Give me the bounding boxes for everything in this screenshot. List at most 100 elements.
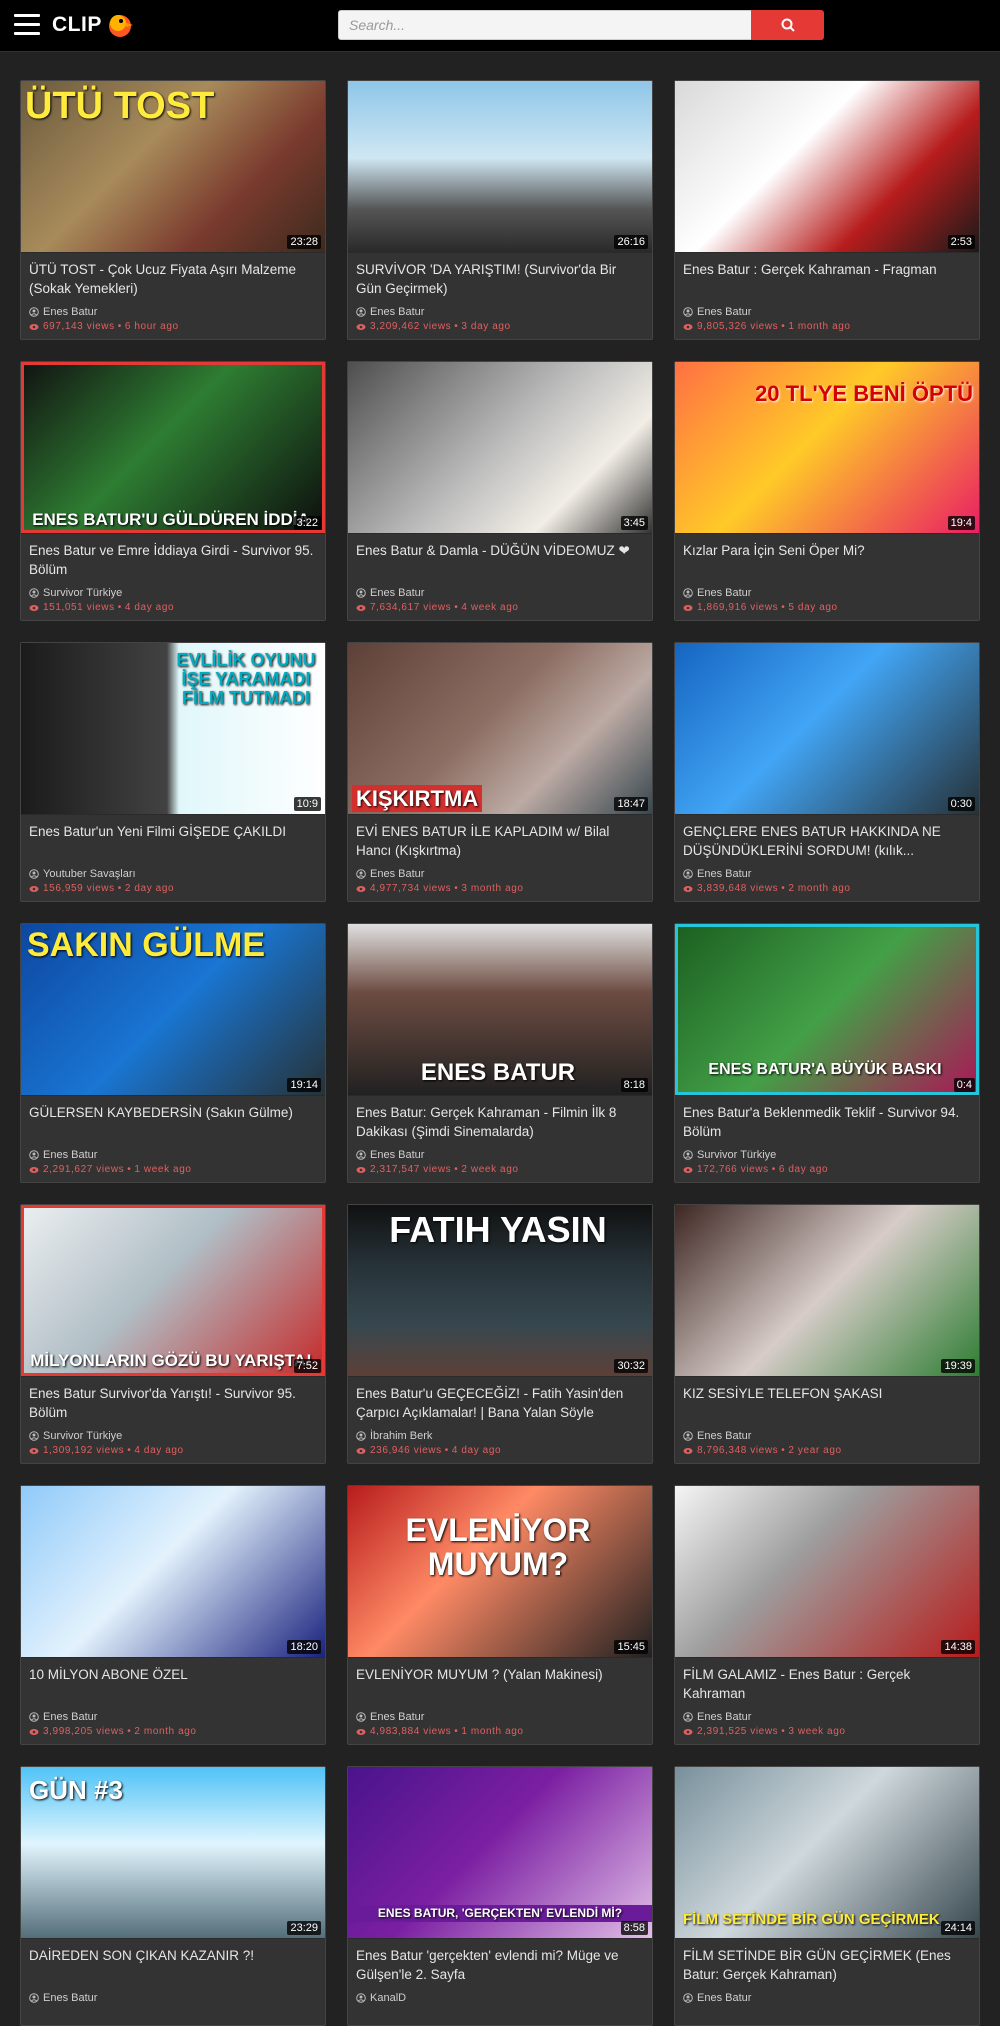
video-thumbnail[interactable]: ENES BATUR'A BÜYÜK BASKI 0:4 [675, 924, 979, 1096]
video-title[interactable]: Enes Batur'a Beklenmedik Teklif - Surviv… [683, 1103, 971, 1141]
video-title[interactable]: GÜLERSEN KAYBEDERSİN (Sakın Gülme) [29, 1103, 317, 1141]
user-icon [356, 588, 366, 598]
video-meta: 236,946 views • 4 day ago [356, 1445, 501, 1456]
video-thumbnail[interactable]: 0:30 [675, 643, 979, 815]
video-thumbnail[interactable]: EVLİLİK OYUNU İŞE YARAMADI FİLM TUTMADI 1… [21, 643, 325, 815]
video-thumbnail[interactable]: 18:20 [21, 1486, 325, 1658]
video-thumbnail[interactable]: ÜTÜ TOST 23:28 [21, 81, 325, 253]
video-title[interactable]: Enes Batur'u GEÇECEĞİZ! - Fatih Yasin'de… [356, 1384, 644, 1422]
video-title[interactable]: EVLENİYOR MUYUM ? (Yalan Makinesi) [356, 1665, 644, 1703]
view-count: 1,309,192 views [43, 1445, 125, 1456]
video-thumbnail[interactable]: FATIH YASIN 30:32 [348, 1205, 652, 1377]
video-title[interactable]: Enes Batur : Gerçek Kahraman - Fragman [683, 260, 971, 298]
video-title[interactable]: Enes Batur ve Emre İddiaya Girdi - Survi… [29, 541, 317, 579]
video-title[interactable]: DAİREDEN SON ÇIKAN KAZANIR ?! [29, 1946, 317, 1984]
video-card[interactable]: EVLENİYOR MUYUM? 15:45 EVLENİYOR MUYUM ? (… [347, 1485, 653, 1745]
user-icon [683, 869, 693, 879]
video-card[interactable]: MİLYONLARIN GÖZÜ BU YARIŞTA! 7:52 Enes Bat… [20, 1204, 326, 1464]
site-logo[interactable]: CLIP [52, 11, 134, 39]
video-thumbnail[interactable]: 2:53 [675, 81, 979, 253]
video-thumbnail[interactable]: ENES BATUR, 'GERÇEKTEN' EVLENDİ Mİ? 8:58 [348, 1767, 652, 1939]
video-title[interactable]: Enes Batur'un Yeni Filmi GİŞEDE ÇAKILDI [29, 822, 317, 860]
video-channel[interactable]: Enes Batur [356, 868, 424, 880]
video-card[interactable]: GÜN #3 23:29 DAİREDEN SON ÇIKAN KAZANIR ?!… [20, 1766, 326, 2026]
video-channel[interactable]: Enes Batur [683, 868, 751, 880]
video-thumbnail[interactable]: ENES BATUR'U GÜLDÜREN İDDİA 3:22 [21, 362, 325, 534]
video-thumbnail[interactable]: FİLM SETİNDE BİR GÜN GEÇİRMEK 24:14 [675, 1767, 979, 1939]
video-thumbnail[interactable]: SAKIN GÜLME 19:14 [21, 924, 325, 1096]
video-title[interactable]: Enes Batur & Damla - DÜĞÜN VİDEOMUZ ❤ [356, 541, 644, 579]
video-channel[interactable]: KanalD [356, 1992, 406, 2004]
video-thumbnail[interactable]: GÜN #3 23:29 [21, 1767, 325, 1939]
video-channel[interactable]: Survivor Türkiye [683, 1149, 776, 1161]
video-channel[interactable]: Enes Batur [29, 1992, 97, 2004]
video-thumbnail[interactable]: KIŞKIRTMA 18:47 [348, 643, 652, 815]
video-card[interactable]: SAKIN GÜLME 19:14 GÜLERSEN KAYBEDERSİN (Sa… [20, 923, 326, 1183]
video-channel[interactable]: Enes Batur [683, 587, 751, 599]
video-title[interactable]: 10 MİLYON ABONE ÖZEL [29, 1665, 317, 1703]
video-duration: 3:45 [620, 516, 648, 530]
thumbnail-caption: ENES BATUR'A BÜYÜK BASKI [708, 1061, 942, 1079]
video-title[interactable]: SURVİVOR 'DA YARIŞTIM! (Survivor'da Bir … [356, 260, 644, 298]
video-card[interactable]: ENES BATUR, 'GERÇEKTEN' EVLENDİ Mİ? 8:58 E… [347, 1766, 653, 2026]
video-title[interactable]: Kızlar Para İçin Seni Öper Mi? [683, 541, 971, 579]
video-channel[interactable]: Enes Batur [356, 1711, 424, 1723]
video-card[interactable]: 19:39 KIZ SESİYLE TELEFON ŞAKASI Enes Batu… [674, 1204, 980, 1464]
video-card[interactable]: ENES BATUR'U GÜLDÜREN İDDİA 3:22 Enes Batu… [20, 361, 326, 621]
channel-name: Enes Batur [370, 868, 425, 880]
video-card[interactable]: FİLM SETİNDE BİR GÜN GEÇİRMEK 24:14 FİLM S… [674, 1766, 980, 2026]
video-card[interactable]: 0:30 GENÇLERE ENES BATUR HAKKINDA NE DÜŞÜ… [674, 642, 980, 902]
video-duration: 8:18 [620, 1078, 648, 1092]
search-button[interactable] [751, 10, 824, 40]
video-card[interactable]: 14:38 FİLM GALAMIZ - Enes Batur : Gerçek … [674, 1485, 980, 1745]
video-title[interactable]: FİLM SETİNDE BİR GÜN GEÇİRMEK (Enes Batu… [683, 1946, 971, 1984]
video-title[interactable]: EVİ ENES BATUR İLE KAPLADIM w/ Bilal Han… [356, 822, 644, 860]
video-title[interactable]: Enes Batur 'gerçekten' evlendi mi? Müge … [356, 1946, 644, 1984]
video-thumbnail[interactable]: EVLENİYOR MUYUM? 15:45 [348, 1486, 652, 1658]
video-duration: 8:58 [620, 1921, 648, 1935]
video-card[interactable]: FATIH YASIN 30:32 Enes Batur'u GEÇECEĞİZ! … [347, 1204, 653, 1464]
video-channel[interactable]: Enes Batur [683, 1430, 751, 1442]
video-card[interactable]: EVLİLİK OYUNU İŞE YARAMADI FİLM TUTMADI 1… [20, 642, 326, 902]
video-title[interactable]: Enes Batur Survivor'da Yarıştı! - Surviv… [29, 1384, 317, 1422]
video-thumbnail[interactable]: 14:38 [675, 1486, 979, 1658]
video-thumbnail[interactable]: MİLYONLARIN GÖZÜ BU YARIŞTA! 7:52 [21, 1205, 325, 1377]
video-card[interactable]: ENES BATUR 8:18 Enes Batur: Gerçek Kahrama… [347, 923, 653, 1183]
video-thumbnail[interactable]: 19:39 [675, 1205, 979, 1377]
video-title[interactable]: KIZ SESİYLE TELEFON ŞAKASI [683, 1384, 971, 1422]
video-title[interactable]: FİLM GALAMIZ - Enes Batur : Gerçek Kahra… [683, 1665, 971, 1703]
video-channel[interactable]: Enes Batur [29, 306, 97, 318]
hamburger-menu-icon[interactable] [14, 14, 40, 36]
video-channel[interactable]: Enes Batur [683, 1992, 751, 2004]
video-card[interactable]: ÜTÜ TOST 23:28 ÜTÜ TOST - Çok Ucuz Fiyata … [20, 80, 326, 340]
video-channel[interactable]: Enes Batur [356, 1149, 424, 1161]
video-card[interactable]: KIŞKIRTMA 18:47 EVİ ENES BATUR İLE KAPLADI… [347, 642, 653, 902]
video-channel[interactable]: Youtuber Savaşları [29, 868, 136, 880]
video-channel[interactable]: Survivor Türkiye [29, 1430, 122, 1442]
video-title[interactable]: GENÇLERE ENES BATUR HAKKINDA NE DÜŞÜNDÜK… [683, 822, 971, 860]
video-title[interactable]: Enes Batur: Gerçek Kahraman - Filmin İlk… [356, 1103, 644, 1141]
video-thumbnail[interactable]: 3:45 [348, 362, 652, 534]
search-input[interactable] [338, 10, 751, 40]
video-channel[interactable]: İbrahim Berk [356, 1430, 432, 1442]
video-card[interactable]: 18:20 10 MİLYON ABONE ÖZEL Enes Batur 3,998… [20, 1485, 326, 1745]
video-title[interactable]: ÜTÜ TOST - Çok Ucuz Fiyata Aşırı Malzeme… [29, 260, 317, 298]
upload-age: 3 month ago [461, 883, 524, 894]
logo-text: CLIP [52, 13, 102, 36]
video-card[interactable]: ENES BATUR'A BÜYÜK BASKI 0:4 Enes Batur'a … [674, 923, 980, 1183]
video-card[interactable]: 2:53 Enes Batur : Gerçek Kahraman - Fragm… [674, 80, 980, 340]
video-channel[interactable]: Enes Batur [356, 587, 424, 599]
video-card[interactable]: 20 TL'YE BENİ ÖPTÜ 19:4 Kızlar Para İçin S… [674, 361, 980, 621]
view-count: 3,839,648 views [697, 883, 779, 894]
video-channel[interactable]: Enes Batur [356, 306, 424, 318]
video-thumbnail[interactable]: 26:16 [348, 81, 652, 253]
video-channel[interactable]: Enes Batur [29, 1149, 97, 1161]
video-channel[interactable]: Enes Batur [683, 1711, 751, 1723]
video-thumbnail[interactable]: ENES BATUR 8:18 [348, 924, 652, 1096]
video-channel[interactable]: Enes Batur [29, 1711, 97, 1723]
video-thumbnail[interactable]: 20 TL'YE BENİ ÖPTÜ 19:4 [675, 362, 979, 534]
video-card[interactable]: 3:45 Enes Batur & Damla - DÜĞÜN VİDEOMUZ … [347, 361, 653, 621]
video-card[interactable]: 26:16 SURVİVOR 'DA YARIŞTIM! (Survivor'da… [347, 80, 653, 340]
video-channel[interactable]: Enes Batur [683, 306, 751, 318]
video-channel[interactable]: Survivor Türkiye [29, 587, 122, 599]
